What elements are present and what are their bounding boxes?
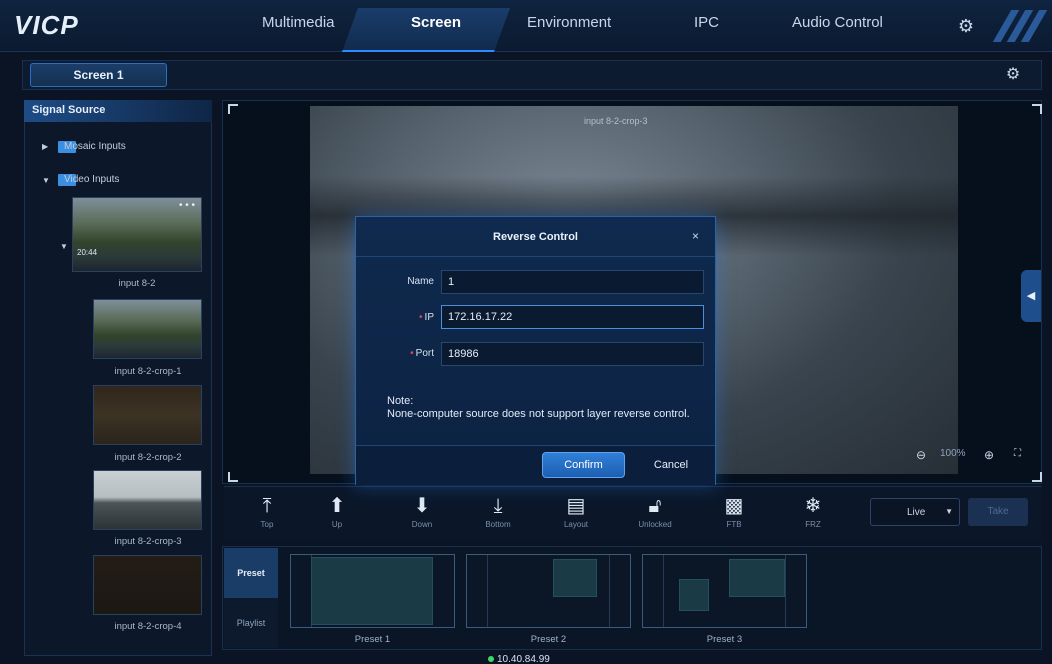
- tool-layout-button[interactable]: ▤ Layout: [551, 494, 601, 529]
- dialog-note: Note: None-computer source does not supp…: [387, 395, 697, 421]
- zoom-in-icon[interactable]: ⊕: [984, 448, 994, 462]
- screen-settings-gear-icon[interactable]: ⚙: [1004, 66, 1022, 84]
- tool-ftb-button[interactable]: ▩ FTB: [709, 494, 759, 529]
- cancel-button[interactable]: Cancel: [641, 452, 701, 478]
- input-label: input 8-2-crop-3: [114, 536, 182, 547]
- caret-right-icon[interactable]: ▶: [42, 142, 48, 151]
- take-button[interactable]: Take: [968, 498, 1028, 526]
- input-label: input 8-2-crop-1: [114, 366, 182, 377]
- ip-field-label: • IP: [419, 312, 434, 323]
- input-label: input 8-2: [118, 278, 156, 289]
- dialog-title: Reverse Control: [493, 231, 578, 243]
- input-thumbnail[interactable]: [93, 385, 202, 445]
- nav-tab-screen[interactable]: Screen: [411, 14, 461, 31]
- tool-unlocked-button[interactable]: 🔓︎ Unlocked: [630, 494, 680, 529]
- port-field[interactable]: 18986: [441, 342, 704, 366]
- top-nav-bar: [0, 0, 1052, 52]
- layer-source-label: input 8-2-crop-3: [584, 116, 648, 126]
- input-thumbnail[interactable]: [93, 470, 202, 530]
- preset-layer: [311, 557, 433, 625]
- canvas-corner: [228, 104, 238, 114]
- zoom-level: 100%: [940, 448, 966, 459]
- nav-tab-ipc[interactable]: IPC: [694, 14, 719, 31]
- fit-screen-icon[interactable]: ⛶: [1014, 448, 1021, 459]
- preset-layer: [729, 559, 785, 597]
- name-field-label: Name: [407, 276, 434, 287]
- input-label: input 8-2-crop-2: [114, 452, 182, 463]
- output-mode-select[interactable]: Live ▼: [870, 498, 960, 526]
- app-logo: VICP: [14, 10, 79, 40]
- preset-card-3[interactable]: [642, 554, 807, 628]
- preset-layer: [553, 559, 597, 597]
- snowflake-icon: ❄: [804, 495, 822, 517]
- canvas-corner: [1032, 104, 1042, 114]
- input-thumbnail[interactable]: [93, 555, 202, 615]
- chevron-down-icon: ▼: [945, 507, 953, 516]
- app-window: VICP Multimedia Screen Environment IPC A…: [0, 0, 1052, 664]
- tool-top-button[interactable]: ⤒ Top: [242, 494, 292, 529]
- collapse-panel-handle[interactable]: ◀: [1021, 270, 1041, 322]
- tool-up-button[interactable]: ⬆ Up: [312, 494, 362, 529]
- arrow-up-icon: ⬆: [328, 495, 346, 517]
- tab-playlist[interactable]: Playlist: [224, 598, 278, 648]
- connection-status: 10.40.84.99: [488, 654, 550, 664]
- tab-preset[interactable]: Preset: [224, 548, 278, 598]
- confirm-button[interactable]: Confirm: [542, 452, 625, 478]
- layout-icon: ▤: [566, 495, 586, 517]
- nav-tab-environment[interactable]: Environment: [527, 14, 611, 31]
- signal-source-title: Signal Source: [24, 100, 212, 122]
- note-text: None-computer source does not support la…: [387, 408, 690, 420]
- unlock-icon: 🔓︎: [648, 495, 662, 517]
- tab-screen-1[interactable]: Screen 1: [30, 63, 167, 87]
- thumbnail-time: 20:44: [77, 248, 98, 257]
- screen-tab-bar: [22, 60, 1042, 90]
- reverse-control-dialog: Reverse Control × Name 1 • IP 172.16.17.2…: [355, 216, 716, 485]
- preset-layer: [679, 579, 709, 611]
- arrow-down-icon: ⬇: [413, 495, 431, 517]
- decorative-stripes: [992, 10, 1052, 42]
- more-options-icon[interactable]: • • •: [179, 200, 195, 211]
- online-dot-icon: [488, 656, 494, 662]
- zoom-out-icon[interactable]: ⊖: [916, 448, 926, 462]
- tool-bottom-button[interactable]: ⤓ Bottom: [473, 494, 523, 529]
- canvas-corner: [228, 472, 238, 482]
- tree-folder-mosaic-inputs[interactable]: Mosaic Inputs: [64, 141, 126, 152]
- input-thumbnail[interactable]: • • • 20:44: [72, 197, 202, 272]
- close-icon[interactable]: ×: [692, 229, 699, 243]
- caret-down-icon[interactable]: ▼: [60, 242, 68, 251]
- note-title: Note:: [387, 395, 414, 407]
- name-field[interactable]: 1: [441, 270, 704, 294]
- canvas-corner: [1032, 472, 1042, 482]
- input-label: input 8-2-crop-4: [114, 621, 182, 632]
- ftb-icon: ▩: [724, 495, 744, 517]
- input-thumbnail[interactable]: [93, 299, 202, 359]
- arrow-bottom-icon: ⤓: [493, 495, 503, 517]
- tree-folder-video-inputs[interactable]: Video Inputs: [64, 174, 119, 185]
- preset-label: Preset 1: [354, 634, 391, 645]
- preset-label: Preset 2: [530, 634, 567, 645]
- arrow-top-icon: ⤒: [262, 495, 272, 517]
- preset-label: Preset 3: [706, 634, 743, 645]
- nav-tab-audio-control[interactable]: Audio Control: [792, 14, 883, 31]
- preset-card-2[interactable]: [466, 554, 631, 628]
- settings-gear-icon[interactable]: ⚙: [956, 16, 976, 36]
- caret-down-icon[interactable]: ▼: [42, 176, 50, 185]
- tool-frz-button[interactable]: ❄ FRZ: [788, 494, 838, 529]
- required-marker: •: [419, 312, 423, 323]
- port-field-label: • Port: [410, 348, 434, 359]
- ip-field[interactable]: 172.16.17.22: [441, 305, 704, 329]
- required-marker: •: [410, 348, 414, 359]
- nav-tab-multimedia[interactable]: Multimedia: [262, 14, 335, 31]
- tool-down-button[interactable]: ⬇ Down: [397, 494, 447, 529]
- preset-card-1[interactable]: [290, 554, 455, 628]
